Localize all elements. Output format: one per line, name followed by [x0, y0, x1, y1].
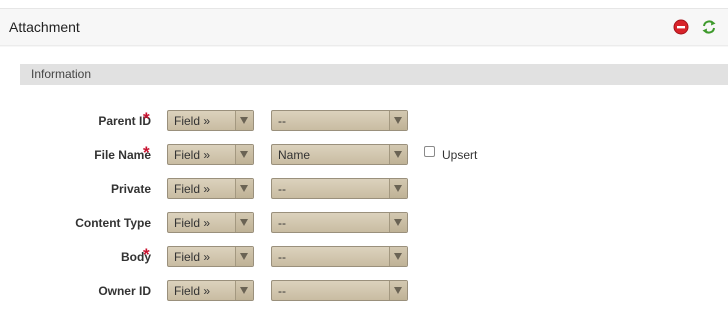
chevron-down-icon	[240, 185, 248, 192]
value-select[interactable]: --	[271, 280, 408, 301]
dropdown-button[interactable]	[389, 145, 407, 164]
dropdown-button[interactable]	[389, 111, 407, 130]
chevron-down-icon	[394, 253, 402, 260]
value-select-value: --	[278, 216, 286, 230]
field-label: Private	[110, 182, 151, 196]
section-header: Information	[20, 64, 728, 85]
value-select-value: Name	[278, 148, 311, 162]
type-select[interactable]: Field »	[167, 144, 254, 165]
type-select-value: Field »	[174, 148, 211, 162]
type-select[interactable]: Field »	[167, 280, 254, 301]
value-select[interactable]: --	[271, 178, 408, 199]
value-select-value: --	[278, 284, 286, 298]
field-row-body: Body * Field » --	[0, 246, 728, 270]
upsert-label: Upsert	[442, 148, 478, 162]
type-select[interactable]: Field »	[167, 212, 254, 233]
dropdown-button[interactable]	[389, 179, 407, 198]
remove-icon[interactable]	[673, 19, 689, 35]
chevron-down-icon	[240, 287, 248, 294]
chevron-down-icon	[394, 117, 402, 124]
section-title: Information	[31, 67, 92, 81]
dropdown-button[interactable]	[235, 213, 253, 232]
type-select[interactable]: Field »	[167, 246, 254, 267]
field-row-parent-id: Parent ID * Field » --	[0, 110, 728, 134]
required-marker: *	[143, 143, 150, 162]
dropdown-button[interactable]	[235, 145, 253, 164]
dropdown-button[interactable]	[235, 111, 253, 130]
dropdown-button[interactable]	[235, 247, 253, 266]
field-label: Content Type	[75, 216, 151, 230]
chevron-down-icon	[240, 219, 248, 226]
chevron-down-icon	[394, 151, 402, 158]
chevron-down-icon	[394, 287, 402, 294]
chevron-down-icon	[394, 185, 402, 192]
upsert-checkbox[interactable]	[424, 146, 435, 157]
value-select-value: --	[278, 182, 286, 196]
field-row-file-name: File Name * Field » Name Upsert	[0, 144, 728, 168]
type-select-value: Field »	[174, 114, 211, 128]
chevron-down-icon	[240, 253, 248, 260]
type-select[interactable]: Field »	[167, 110, 254, 131]
value-select-value: --	[278, 250, 286, 264]
panel-header: Attachment	[0, 9, 728, 46]
dropdown-button[interactable]	[389, 213, 407, 232]
dropdown-button[interactable]	[235, 281, 253, 300]
chevron-down-icon	[240, 151, 248, 158]
required-marker: *	[143, 245, 150, 264]
value-select-value: --	[278, 114, 286, 128]
type-select-value: Field »	[174, 216, 211, 230]
field-row-owner-id: Owner ID Field » --	[0, 280, 728, 304]
value-select[interactable]: --	[271, 212, 408, 233]
value-select[interactable]: Name	[271, 144, 408, 165]
chevron-down-icon	[240, 117, 248, 124]
type-select-value: Field »	[174, 250, 211, 264]
panel-title: Attachment	[9, 19, 80, 35]
form-body: Information Parent ID * Field » -- File …	[0, 47, 728, 309]
type-select-value: Field »	[174, 284, 211, 298]
field-row-content-type: Content Type Field » --	[0, 212, 728, 236]
type-select[interactable]: Field »	[167, 178, 254, 199]
dropdown-button[interactable]	[235, 179, 253, 198]
field-row-private: Private Field » --	[0, 178, 728, 202]
chevron-down-icon	[394, 219, 402, 226]
dropdown-button[interactable]	[389, 281, 407, 300]
value-select[interactable]: --	[271, 110, 408, 131]
dropdown-button[interactable]	[389, 247, 407, 266]
attachment-panel: Attachment Information Parent ID * Field…	[0, 8, 728, 309]
field-label: Owner ID	[98, 284, 151, 298]
required-marker: *	[143, 109, 150, 128]
type-select-value: Field »	[174, 182, 211, 196]
value-select[interactable]: --	[271, 246, 408, 267]
refresh-icon[interactable]	[701, 19, 717, 35]
